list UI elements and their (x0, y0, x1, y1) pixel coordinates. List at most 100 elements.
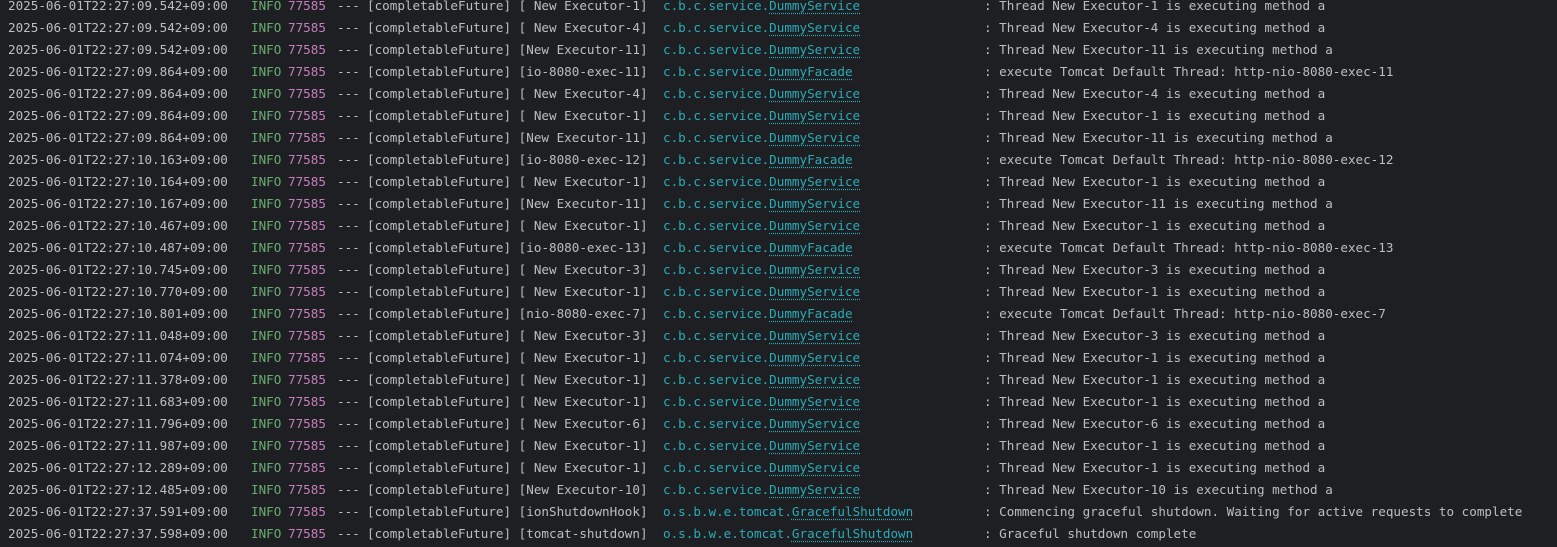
log-separator: --- (337, 416, 360, 431)
log-app-thread: [completableFuture] [ New Executor-3] (367, 260, 648, 280)
log-logger: c.b.c.service.DummyService (663, 436, 860, 456)
log-logger-class-link[interactable]: DummyService (769, 130, 860, 145)
log-logger: c.b.c.service.DummyService (663, 84, 860, 104)
log-pid: 77585 (288, 526, 326, 541)
log-logger-class-link[interactable]: DummyFacade (769, 306, 852, 321)
log-logger-class-link[interactable]: DummyService (769, 262, 860, 277)
log-pid: 77585 (288, 372, 326, 387)
log-app-name: [completableFuture] (367, 328, 512, 343)
log-pid: 77585 (288, 196, 326, 211)
log-logger-class-link[interactable]: DummyService (769, 328, 860, 343)
log-pid: 77585 (288, 482, 326, 497)
log-thread-name: [ New Executor-1] (518, 394, 648, 409)
log-pid: 77585 (288, 394, 326, 409)
log-level: INFO (251, 350, 282, 365)
log-message: : Thread New Executor-1 is executing met… (984, 108, 1326, 123)
log-timestamp: 2025-06-01T22:27:11.378+09:00 (8, 372, 228, 387)
log-line: 2025-06-01T22:27:37.591+09:00 INFO 77585 --… (8, 502, 1557, 524)
log-thread-name: [io-8080-exec-13] (518, 240, 648, 255)
log-pid: 77585 (288, 130, 326, 145)
log-logger-class-link[interactable]: DummyFacade (769, 240, 852, 255)
log-logger-class-link[interactable]: DummyService (769, 460, 860, 475)
log-logger: c.b.c.service.DummyFacade (663, 150, 853, 170)
log-thread-name: [ New Executor-1] (518, 438, 648, 453)
log-logger-class-link[interactable]: DummyService (769, 196, 860, 211)
log-logger-class-link[interactable]: DummyService (769, 372, 860, 387)
log-logger-class-link[interactable]: DummyService (769, 438, 860, 453)
log-pid: 77585 (288, 306, 326, 321)
log-line: 2025-06-01T22:27:12.289+09:00 INFO 77585 --… (8, 458, 1557, 480)
log-logger-package: c.b.c.service. (663, 262, 770, 277)
log-app-thread: [completableFuture] [New Executor-11] (367, 128, 648, 148)
log-logger-class-link[interactable]: DummyService (769, 174, 860, 189)
log-level: INFO (251, 218, 282, 233)
log-level: INFO (251, 108, 282, 123)
log-app-thread: [completableFuture] [tomcat-shutdown] (367, 524, 648, 544)
log-line: 2025-06-01T22:27:09.864+09:00 INFO 77585 --… (8, 62, 1557, 84)
log-logger-class-link[interactable]: GracefulShutdown (792, 504, 913, 519)
log-level: INFO (251, 416, 282, 431)
log-separator: --- (337, 152, 360, 167)
log-line: 2025-06-01T22:27:10.770+09:00 INFO 77585 --… (8, 282, 1557, 304)
log-thread-name: [ New Executor-1] (518, 372, 648, 387)
log-logger-class-link[interactable]: DummyService (769, 108, 860, 123)
log-timestamp: 2025-06-01T22:27:10.487+09:00 (8, 240, 228, 255)
log-logger-class-link[interactable]: DummyService (769, 482, 860, 497)
log-level: INFO (251, 262, 282, 277)
log-level: INFO (251, 482, 282, 497)
log-level: INFO (251, 372, 282, 387)
log-logger-class-link[interactable]: DummyService (769, 0, 860, 13)
log-thread-name: [New Executor-11] (518, 130, 648, 145)
log-logger-package: c.b.c.service. (663, 460, 770, 475)
log-app-name: [completableFuture] (367, 108, 512, 123)
log-level: INFO (251, 394, 282, 409)
log-message: : Commencing graceful shutdown. Waiting … (984, 504, 1523, 519)
log-logger-class-link[interactable]: DummyService (769, 42, 860, 57)
log-message: : execute Tomcat Default Thread: http-ni… (984, 240, 1394, 255)
console-output[interactable]: 2025-06-01T22:27:09.542+09:00 INFO 77585 --… (0, 0, 1557, 547)
log-message: : Thread New Executor-1 is executing met… (984, 460, 1326, 475)
log-separator: --- (337, 504, 360, 519)
log-app-thread: [completableFuture] [ New Executor-1] (367, 348, 648, 368)
log-app-thread: [completableFuture] [ New Executor-4] (367, 84, 648, 104)
log-pid: 77585 (288, 240, 326, 255)
log-line: 2025-06-01T22:27:37.598+09:00 INFO 77585 --… (8, 524, 1557, 546)
log-separator: --- (337, 284, 360, 299)
log-logger-class-link[interactable]: DummyService (769, 20, 860, 35)
log-app-name: [completableFuture] (367, 152, 512, 167)
log-logger-package: c.b.c.service. (663, 42, 770, 57)
log-logger-class-link[interactable]: GracefulShutdown (792, 526, 913, 541)
log-timestamp: 2025-06-01T22:27:11.683+09:00 (8, 394, 228, 409)
log-message: : Thread New Executor-1 is executing met… (984, 372, 1326, 387)
log-timestamp: 2025-06-01T22:27:11.796+09:00 (8, 416, 228, 431)
log-logger-class-link[interactable]: DummyFacade (769, 152, 852, 167)
log-logger-class-link[interactable]: DummyService (769, 416, 860, 431)
log-app-thread: [completableFuture] [ New Executor-1] (367, 172, 648, 192)
log-timestamp: 2025-06-01T22:27:10.167+09:00 (8, 196, 228, 211)
log-thread-name: [ New Executor-4] (518, 20, 648, 35)
log-separator: --- (337, 460, 360, 475)
log-separator: --- (337, 394, 360, 409)
log-logger-class-link[interactable]: DummyService (769, 350, 860, 365)
log-line: 2025-06-01T22:27:11.683+09:00 INFO 77585 --… (8, 392, 1557, 414)
log-app-thread: [completableFuture] [ New Executor-1] (367, 370, 648, 390)
log-logger: c.b.c.service.DummyService (663, 18, 860, 38)
log-timestamp: 2025-06-01T22:27:12.289+09:00 (8, 460, 228, 475)
log-separator: --- (337, 328, 360, 343)
log-logger: c.b.c.service.DummyService (663, 40, 860, 60)
log-logger-package: c.b.c.service. (663, 240, 770, 255)
log-logger-class-link[interactable]: DummyService (769, 284, 860, 299)
log-logger-class-link[interactable]: DummyService (769, 218, 860, 233)
log-logger-package: c.b.c.service. (663, 174, 770, 189)
log-message: : Thread New Executor-1 is executing met… (984, 218, 1326, 233)
log-logger-class-link[interactable]: DummyService (769, 86, 860, 101)
log-separator: --- (337, 130, 360, 145)
log-app-name: [completableFuture] (367, 416, 512, 431)
log-thread-name: [ New Executor-3] (518, 262, 648, 277)
log-logger-package: c.b.c.service. (663, 64, 770, 79)
log-timestamp: 2025-06-01T22:27:09.542+09:00 (8, 42, 228, 57)
log-logger-class-link[interactable]: DummyService (769, 394, 860, 409)
log-logger-class-link[interactable]: DummyFacade (769, 64, 852, 79)
log-app-name: [completableFuture] (367, 284, 512, 299)
log-logger: c.b.c.service.DummyService (663, 392, 860, 412)
